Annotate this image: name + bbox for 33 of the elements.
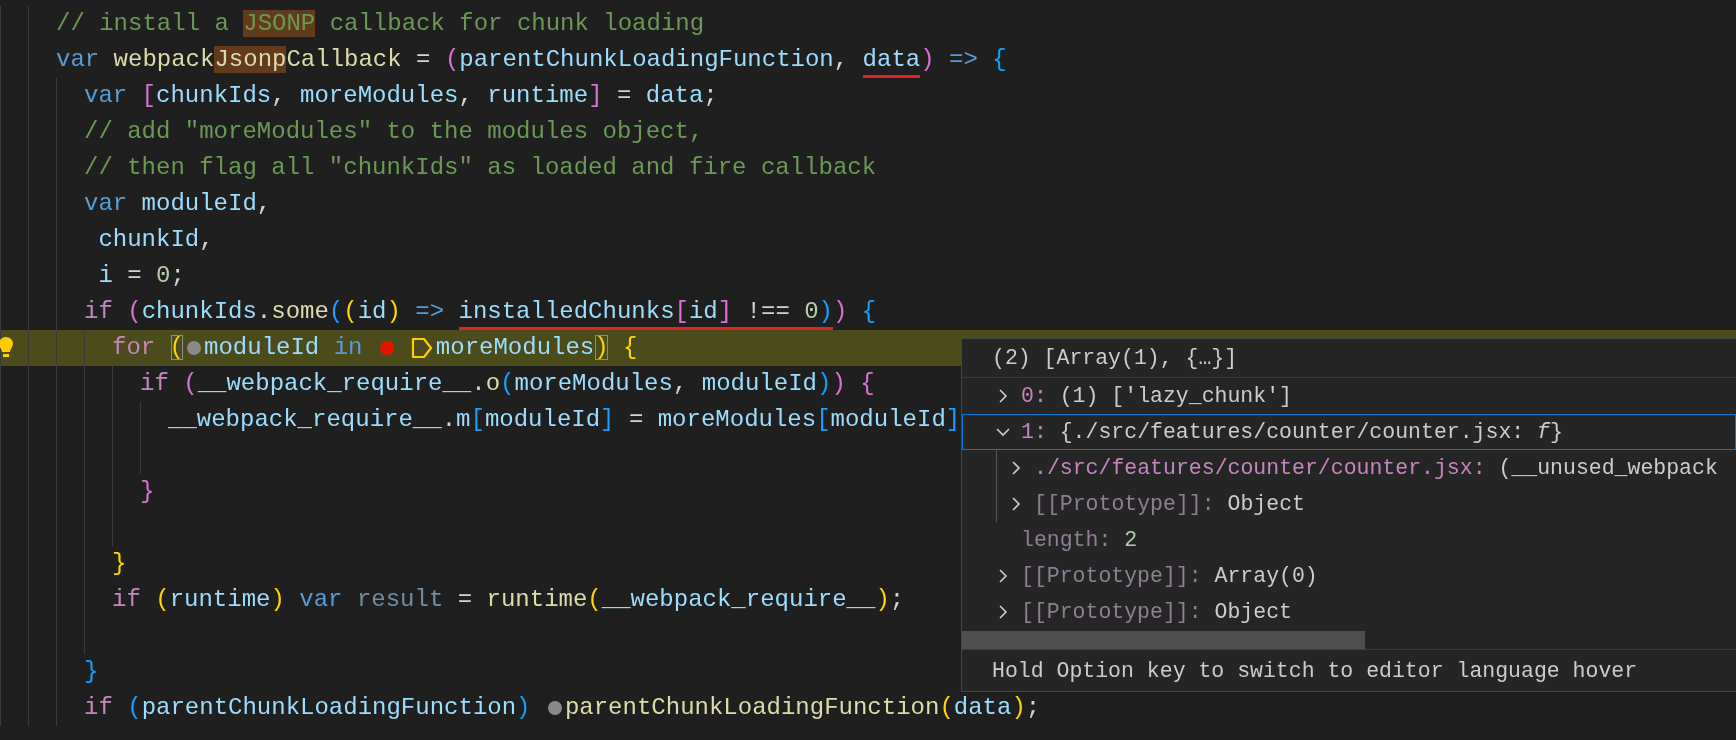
scrollbar[interactable]: [962, 631, 1365, 649]
code-text: i = 0;: [97, 261, 185, 291]
tree-item[interactable]: [[Prototype]]: Array(0): [962, 558, 1736, 594]
code-text: moreModules) {: [435, 333, 638, 363]
tree-item[interactable]: [[Prototype]]: Object: [997, 486, 1736, 522]
hover-title: (2) [Array(1), {…}]: [992, 346, 1238, 370]
code-text: }: [112, 549, 127, 579]
inline-breakpoint-icon[interactable]: [547, 701, 562, 715]
code-text: // install a JSONP callback for chunk loading: [56, 9, 705, 39]
tree-item[interactable]: length: 2: [962, 522, 1736, 558]
code-text: parentChunkLoadingFunction(data);: [564, 693, 1041, 723]
code-text: for (: [112, 333, 184, 363]
code-text: var webpackJsonpCallback = (parentChunkLoadingFunction, data) => {: [56, 42, 1007, 78]
tree-item[interactable]: 0: (1) ['lazy_chunk']: [962, 378, 1736, 414]
tree-item[interactable]: ./src/features/counter/counter.jsx: (__unused_webpack: [997, 450, 1736, 486]
code-text: // then flag all "chunkIds" as loaded and fire callback: [84, 153, 877, 183]
code-text: // add "moreModules" to the modules object,: [84, 117, 704, 147]
code-text: if (runtime) var result = runtime(__webpack_require__);: [112, 585, 905, 615]
code-text: var [chunkIds, moreModules, runtime] = data;: [84, 81, 718, 111]
code-text: }: [84, 657, 99, 687]
hover-hint: Hold Option key to switch to editor language hover: [962, 649, 1736, 691]
code-text: var moduleId,: [84, 189, 272, 219]
code-text: moduleId in: [204, 333, 364, 363]
execution-pointer-icon: [409, 336, 434, 360]
code-text: if (parentChunkLoadingFunction): [84, 693, 532, 723]
tree-item[interactable]: 1: {./src/features/counter/counter.jsx: f}: [962, 414, 1736, 450]
code-text: chunkId,: [97, 225, 214, 255]
code-text: if (__webpack_require__.o(moreModules, moduleId)) {: [140, 369, 875, 399]
inline-breakpoint-icon[interactable]: [187, 341, 201, 355]
code-text: }: [140, 477, 155, 507]
lightbulb-icon[interactable]: [0, 336, 13, 360]
tree-item[interactable]: [[Prototype]]: Object: [962, 594, 1736, 630]
code-text: __webpack_require__.m[moduleId] = moreModules[moduleId]: [168, 405, 961, 435]
